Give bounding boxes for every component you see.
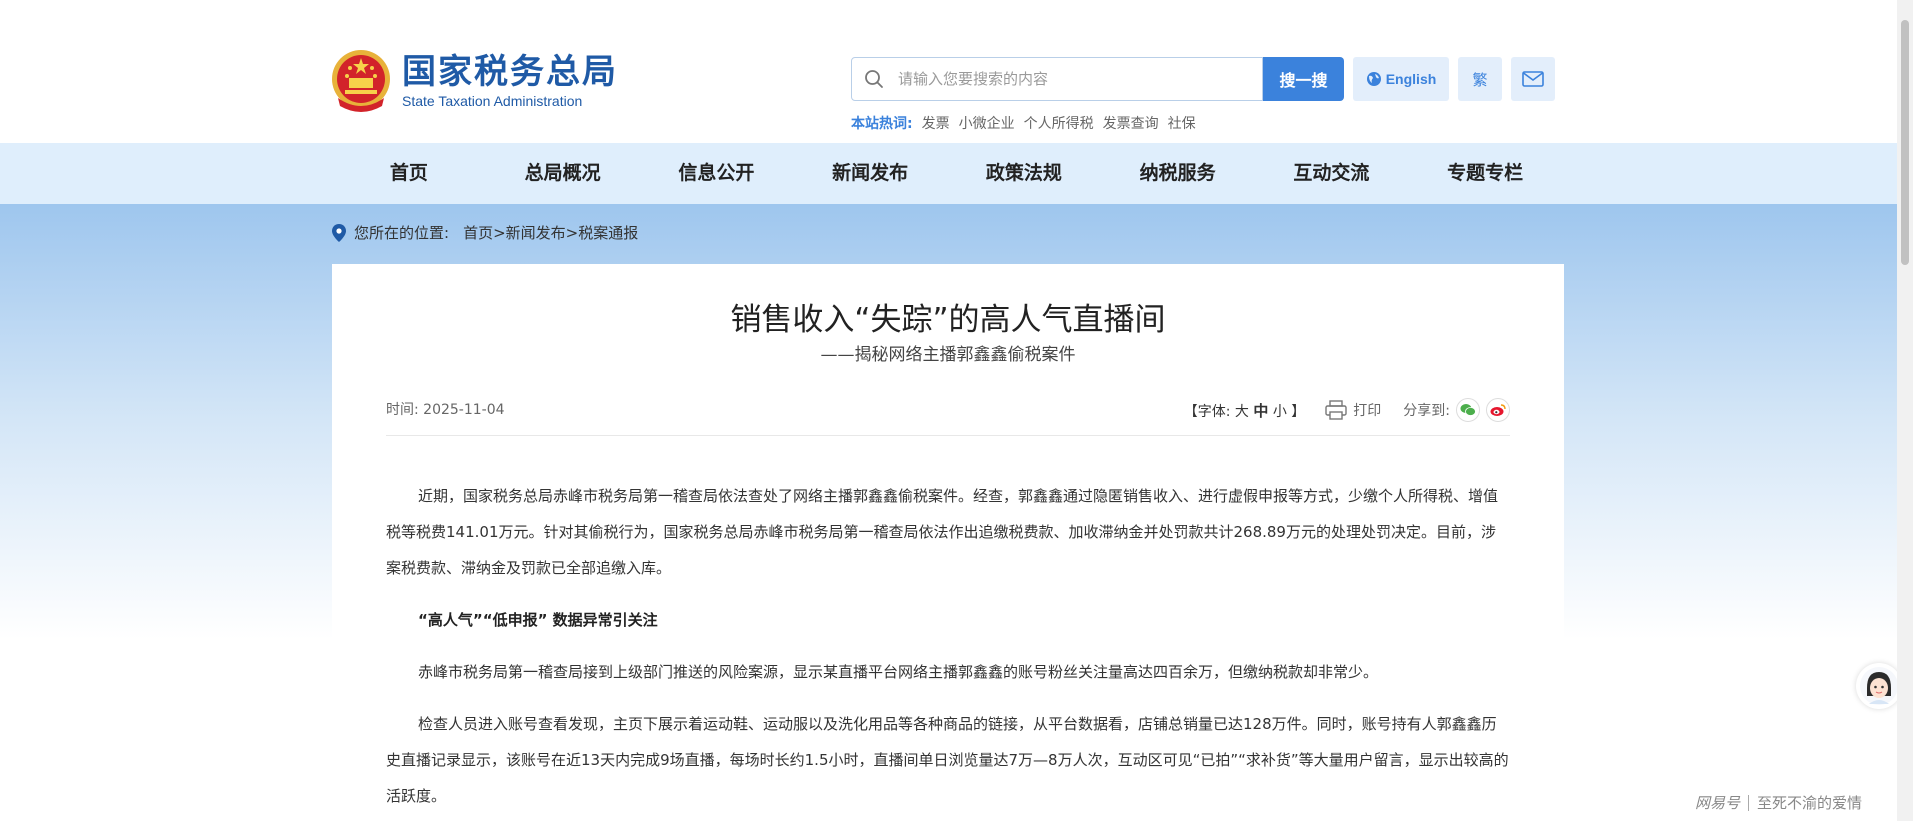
publish-time-value: 2025-11-04 (423, 402, 505, 418)
english-button-label: English (1385, 71, 1437, 87)
hot-word-link[interactable]: 社保 (1168, 113, 1196, 133)
article-title: 销售收入“失踪”的高人气直播间 (730, 302, 1166, 338)
font-size-control: 【字体: 大 中 小 】 (1184, 400, 1306, 421)
article-subtitle: ——揭秘网络主播郭鑫鑫偷税案件 (820, 345, 1076, 365)
meta-divider (386, 435, 1510, 436)
nav-item-interaction[interactable]: 互动交流 (1255, 143, 1409, 204)
printer-icon[interactable] (1325, 400, 1347, 420)
watermark-separator (1748, 794, 1750, 811)
english-button[interactable]: English (1353, 57, 1449, 101)
breadcrumb: 您所在的位置: 首页 > 新闻发布 > 税案通报 (332, 222, 638, 243)
breadcrumb-home[interactable]: 首页 (463, 222, 493, 243)
hot-word-link[interactable]: 小微企业 (959, 113, 1015, 133)
weibo-icon (1490, 404, 1506, 416)
page-scrollbar-thumb[interactable] (1901, 20, 1909, 265)
publish-time-label: 时间: (386, 402, 419, 418)
article-meta: 时间: 2025-11-04 【字体: 大 中 小 】 打印 分享到: (386, 398, 1510, 422)
nav-item-home[interactable]: 首页 (332, 143, 486, 204)
hot-word-link[interactable]: 发票查询 (1103, 113, 1159, 133)
search-button[interactable]: 搜一搜 (1263, 57, 1344, 101)
share-weibo-button[interactable] (1486, 398, 1510, 422)
breadcrumb-separator: > (565, 223, 579, 242)
font-size-close: 】 (1291, 403, 1306, 420)
font-size-large[interactable]: 大 (1235, 404, 1249, 420)
share-wechat-button[interactable] (1456, 398, 1480, 422)
article-paragraph: 赤峰市税务局第一稽查局接到上级部门推送的风险案源，显示某直播平台网络主播郭鑫鑫的… (418, 663, 1379, 681)
watermark: 网易号 至死不渝的爱情 (1695, 792, 1862, 813)
publish-time: 时间: 2025-11-04 (386, 398, 505, 422)
breadcrumb-separator: > (493, 223, 506, 242)
breadcrumb-tax-case[interactable]: 税案通报 (578, 222, 638, 243)
nav-item-info-disclosure[interactable]: 信息公开 (640, 143, 794, 204)
watermark-author: 至死不渝的爱情 (1757, 794, 1863, 812)
main-nav: 首页 总局概况 信息公开 新闻发布 政策法规 纳税服务 互动交流 专题专栏 (0, 143, 1913, 204)
mail-button[interactable] (1511, 57, 1555, 101)
national-emblem-icon (332, 50, 390, 112)
search-input[interactable] (896, 69, 1240, 89)
logo-english-name: State Taxation Administration (402, 93, 583, 109)
nav-item-tax-service[interactable]: 纳税服务 (1101, 143, 1255, 204)
article-paragraph: 近期，国家税务总局赤峰市税务局第一稽查局依法查处了网络主播郭鑫鑫偷税案件。经查，… (386, 487, 1499, 577)
breadcrumb-news[interactable]: 新闻发布 (506, 222, 566, 243)
article-body: 近期，国家税务总局赤峰市税务局第一稽查局依法查处了网络主播郭鑫鑫偷税案件。经查，… (386, 478, 1510, 830)
print-button[interactable]: 打印 (1353, 400, 1381, 420)
hot-words-label: 本站热词: (851, 116, 913, 132)
traditional-chinese-button[interactable]: 繁 (1458, 57, 1502, 101)
globe-icon (1366, 72, 1381, 86)
article-card: 销售收入“失踪”的高人气直播间 ——揭秘网络主播郭鑫鑫偷税案件 时间: 2025… (332, 264, 1564, 821)
nav-item-news[interactable]: 新闻发布 (793, 143, 947, 204)
font-size-medium[interactable]: 中 (1253, 402, 1268, 420)
article-section-heading: “高人气”“低申报” 数据异常引关注 (418, 611, 658, 629)
nav-item-overview[interactable]: 总局概况 (486, 143, 640, 204)
assistant-avatar-button[interactable] (1856, 663, 1902, 709)
nav-item-special-topics[interactable]: 专题专栏 (1408, 143, 1562, 204)
mail-icon (1522, 71, 1544, 87)
font-size-open: 【字体: (1183, 403, 1231, 420)
hot-word-link[interactable]: 个人所得税 (1024, 113, 1094, 133)
site-logo[interactable]: 国家税务总局 State Taxation Administration (330, 48, 618, 114)
breadcrumb-label: 您所在的位置: (354, 224, 450, 242)
watermark-brand: 网易号 (1695, 794, 1741, 812)
hot-words: 本站热词: 发票 小微企业 个人所得税 发票查询 社保 (851, 113, 1196, 133)
font-size-small[interactable]: 小 (1273, 404, 1287, 420)
wechat-icon (1460, 404, 1476, 416)
assistant-avatar-icon (1860, 667, 1898, 705)
page: 国家税务总局 State Taxation Administration 搜一搜… (0, 0, 1913, 821)
search-box (851, 57, 1263, 101)
nav-item-policy[interactable]: 政策法规 (947, 143, 1101, 204)
share-label: 分享到: (1403, 403, 1450, 419)
logo-chinese-name: 国家税务总局 (402, 52, 618, 92)
location-pin-icon (332, 223, 346, 242)
hot-word-link[interactable]: 发票 (922, 113, 950, 133)
article-paragraph: 检查人员进入账号查看发现，主页下展示着运动鞋、运动服以及洗化用品等各种商品的链接… (386, 715, 1509, 805)
search-icon (865, 70, 883, 88)
